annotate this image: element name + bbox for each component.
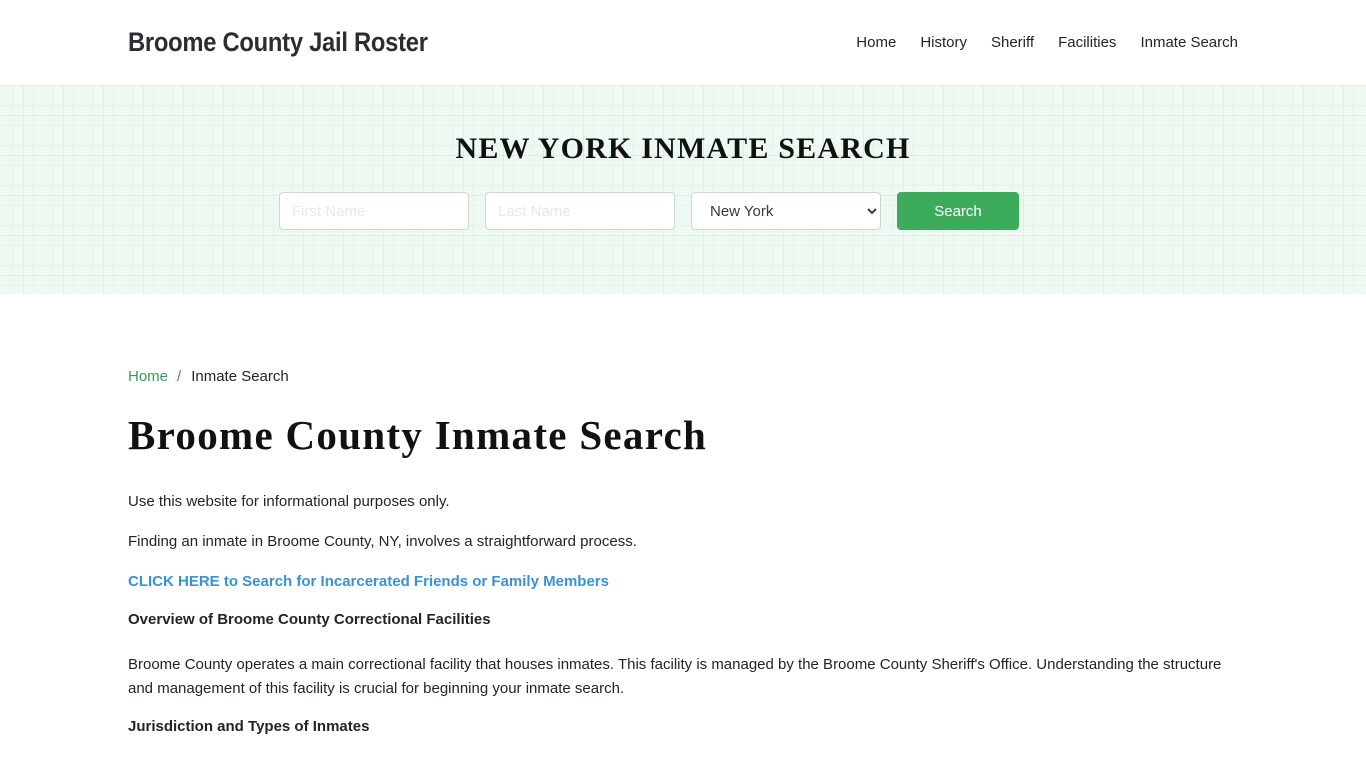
search-cta-link[interactable]: CLICK HERE to Search for Incarcerated Fr… [128, 570, 609, 594]
section-heading-overview: Overview of Broome County Correctional F… [128, 611, 491, 629]
disclaimer-text: Use this website for informational purpo… [128, 493, 450, 511]
section-heading-jurisdiction: Jurisdiction and Types of Inmates [128, 718, 370, 736]
nav-facilities[interactable]: Facilities [1058, 34, 1116, 51]
nav-home[interactable]: Home [856, 34, 896, 51]
site-title-link[interactable]: Broome County Jail Roster [128, 27, 428, 58]
site-header: Broome County Jail Roster Home History S… [0, 0, 1366, 85]
breadcrumb-home[interactable]: Home [128, 368, 168, 385]
breadcrumb-current: Inmate Search [191, 368, 289, 385]
nav-sheriff[interactable]: Sheriff [991, 34, 1034, 51]
page-title: Broome County Inmate Search [128, 412, 708, 458]
last-name-input[interactable] [485, 192, 675, 230]
state-select[interactable]: New York [691, 192, 881, 230]
breadcrumb-separator: / [177, 368, 182, 385]
search-button[interactable]: Search [897, 192, 1019, 230]
main-nav: Home History Sheriff Facilities Inmate S… [856, 34, 1238, 51]
overview-text: Broome County operates a main correction… [128, 656, 1222, 698]
hero-title: NEW YORK INMATE SEARCH [455, 132, 911, 165]
first-name-input[interactable] [279, 192, 469, 230]
nav-history[interactable]: History [920, 34, 967, 51]
inmate-search-form: New York Search [279, 192, 1019, 230]
intro-text: Finding an inmate in Broome County, NY, … [128, 533, 637, 551]
main-content: Home / Inmate Search Broome County Inmat… [0, 368, 1366, 739]
nav-inmate-search[interactable]: Inmate Search [1140, 34, 1238, 51]
search-hero: NEW YORK INMATE SEARCH New York Search [0, 85, 1366, 294]
breadcrumb: Home / Inmate Search [128, 368, 1238, 385]
